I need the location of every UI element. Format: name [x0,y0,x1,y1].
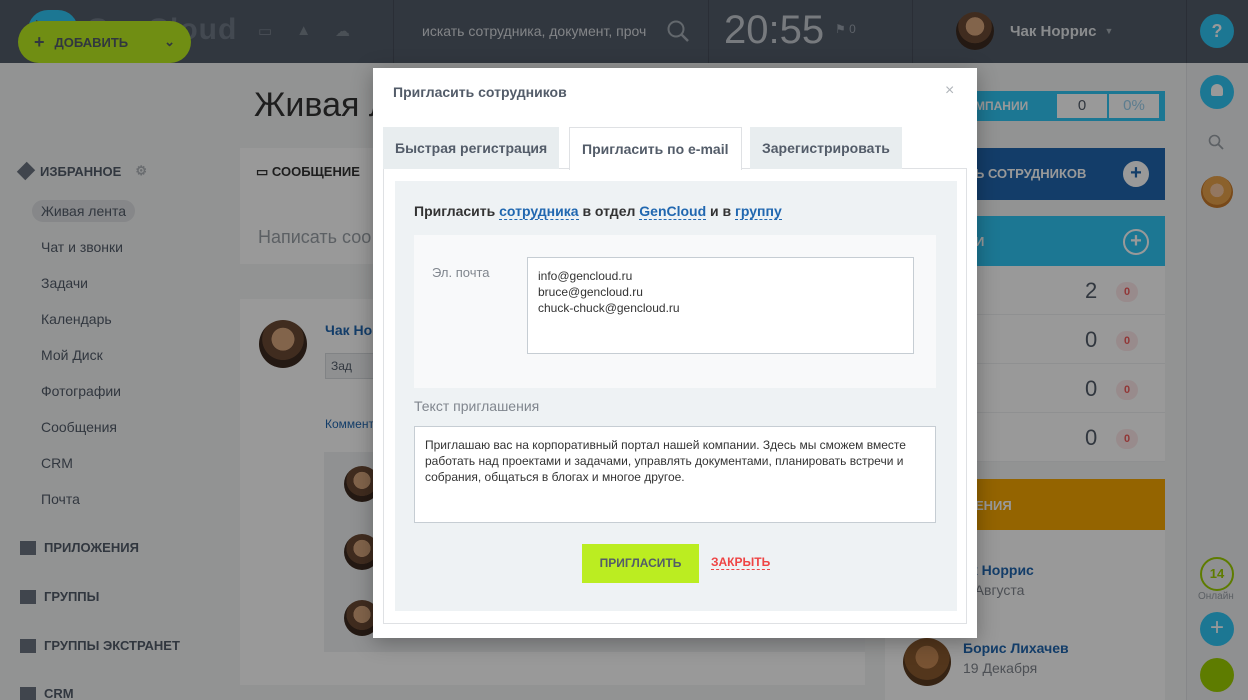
email-label: Эл. почта [432,265,490,280]
tab-quick-registration[interactable]: Быстрая регистрация [383,127,560,169]
invite-and: и в [710,203,732,219]
invite-prefix: Пригласить [414,203,496,219]
invite-text-field[interactable]: Приглашаю вас на корпоративный портал на… [414,426,936,523]
department-link[interactable]: GenCloud [639,203,707,220]
group-link[interactable]: группу [735,203,782,220]
invite-target-line: Пригласить сотрудника в отдел GenCloud и… [414,203,782,220]
email-field[interactable]: info@gencloud.ru bruce@gencloud.ru chuck… [527,257,914,354]
invite-text-label: Текст приглашения [414,398,540,414]
invite-dialog: Пригласить сотрудников × Быстрая регистр… [373,68,977,638]
invite-button[interactable]: ПРИГЛАСИТЬ [582,544,699,583]
tab-invite-email[interactable]: Пригласить по e-mail [569,127,742,170]
tab-register[interactable]: Зарегистрировать [750,127,902,169]
invite-mid: в отдел [582,203,636,219]
close-icon[interactable]: × [945,82,954,100]
close-button[interactable]: ЗАКРЫТЬ [711,555,771,570]
dialog-title: Пригласить сотрудников [393,84,567,100]
employee-link[interactable]: сотрудника [499,203,579,220]
